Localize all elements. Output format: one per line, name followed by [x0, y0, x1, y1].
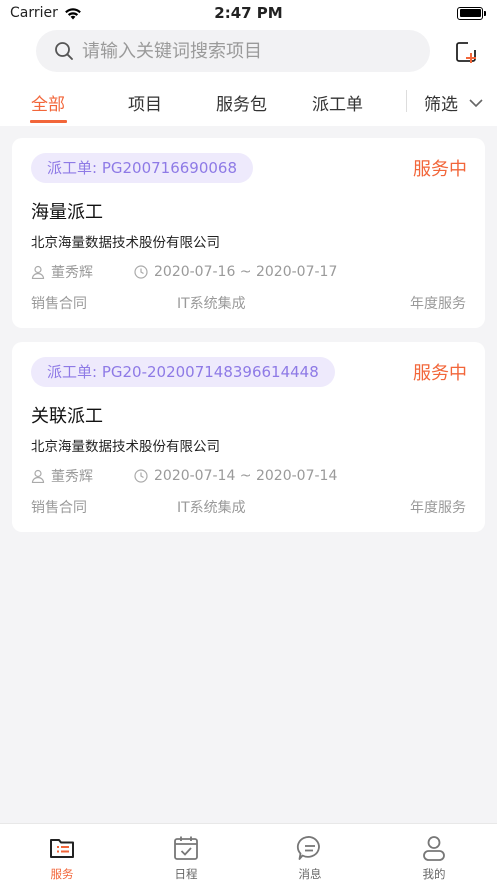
assignee: 董秀辉 [31, 466, 93, 486]
bottom-tab-bar: 服务 日程 消息 我的 [0, 823, 497, 883]
calendar-check-icon [174, 836, 198, 860]
carrier-info: Carrier [10, 5, 82, 21]
tab-work-orders[interactable]: 派工单 [312, 90, 363, 126]
category-tabs: 全部 项目 服务包 派工单 筛选 [0, 82, 497, 126]
company-name: 北京海量数据技术股份有限公司 [31, 235, 220, 251]
user-icon [423, 836, 445, 861]
work-order-card[interactable]: 派工单: PG200716690068 服务中 海量派工 北京海量数据技术股份有… [12, 138, 485, 328]
chat-bubble-icon [296, 836, 320, 860]
wifi-icon [64, 7, 81, 19]
tabbar-label: 我的 [422, 867, 446, 881]
tab-projects[interactable]: 项目 [128, 90, 162, 126]
filter-button[interactable]: 筛选 [424, 90, 484, 115]
card-title: 关联派工 [31, 406, 103, 427]
tabbar-label: 服务 [50, 867, 74, 881]
service-category-tag: IT系统集成 [177, 296, 246, 312]
folder-list-icon [50, 839, 74, 858]
clock-icon [134, 469, 148, 483]
assignee-name: 董秀辉 [51, 469, 93, 485]
filter-label: 筛选 [424, 95, 458, 115]
service-term-tag: 年度服务 [410, 296, 466, 312]
active-tab-indicator [30, 120, 67, 123]
tab-service-packages[interactable]: 服务包 [216, 90, 267, 126]
service-period: 2020-07-16 ~ 2020-07-17 [134, 264, 337, 280]
tabbar-label: 消息 [298, 867, 322, 881]
tabbar-item-schedule[interactable]: 日程 [146, 834, 226, 882]
battery-icon [457, 6, 486, 20]
date-range: 2020-07-16 ~ 2020-07-17 [154, 264, 338, 280]
assignee-name: 董秀辉 [51, 265, 93, 281]
user-icon [31, 469, 45, 483]
clock-icon [134, 265, 148, 279]
search-bar[interactable] [36, 30, 430, 72]
tabbar-label: 日程 [174, 867, 198, 881]
assignee: 董秀辉 [31, 262, 93, 282]
service-category-tag: IT系统集成 [177, 500, 246, 516]
service-period: 2020-07-14 ~ 2020-07-14 [134, 468, 337, 484]
user-icon [31, 265, 45, 279]
status-label: 服务中 [413, 363, 467, 384]
work-order-card[interactable]: 派工单: PG20-202007148396614448 服务中 关联派工 北京… [12, 342, 485, 532]
tabbar-item-service[interactable]: 服务 [22, 834, 102, 882]
status-bar: Carrier 2:47 PM [0, 0, 497, 26]
add-project-icon[interactable] [454, 40, 478, 64]
card-meta: 董秀辉 2020-07-16 ~ 2020-07-17 [31, 262, 337, 282]
chevron-down-icon [469, 98, 483, 107]
tab-divider [406, 90, 407, 112]
card-title: 海量派工 [31, 202, 103, 223]
service-term-tag: 年度服务 [410, 500, 466, 516]
tabbar-item-messages[interactable]: 消息 [270, 834, 350, 882]
card-meta: 董秀辉 2020-07-14 ~ 2020-07-14 [31, 466, 337, 486]
company-name: 北京海量数据技术股份有限公司 [31, 439, 220, 455]
work-order-number-badge: 派工单: PG20-202007148396614448 [31, 357, 335, 387]
contract-type-tag: 销售合同 [31, 500, 87, 516]
search-input[interactable] [82, 40, 402, 62]
tabbar-item-profile[interactable]: 我的 [394, 834, 474, 882]
search-icon [55, 42, 73, 60]
date-range: 2020-07-14 ~ 2020-07-14 [154, 468, 338, 484]
contract-type-tag: 销售合同 [31, 296, 87, 312]
header: 全部 项目 服务包 派工单 筛选 [0, 26, 497, 126]
work-order-number-badge: 派工单: PG200716690068 [31, 153, 254, 183]
carrier-label: Carrier [10, 5, 58, 21]
status-label: 服务中 [413, 159, 467, 180]
